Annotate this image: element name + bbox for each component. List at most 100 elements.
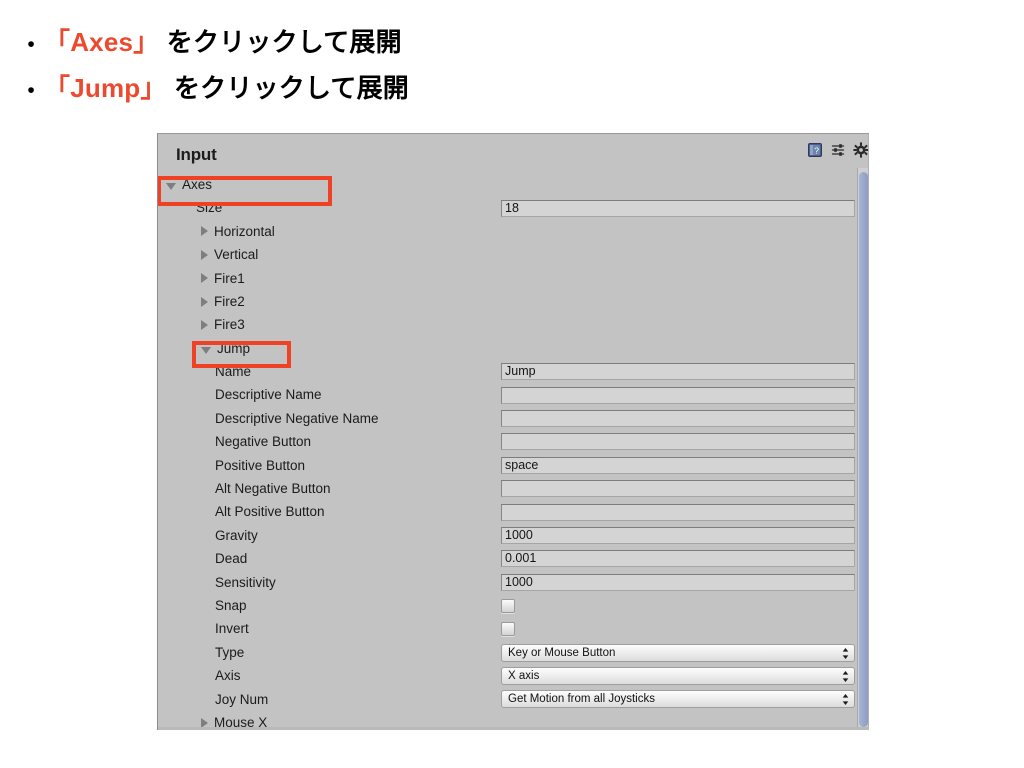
row-label: Descriptive Name	[215, 387, 322, 403]
prop-joy-num-dropdown[interactable]: Get Motion from all Joysticks	[501, 690, 855, 709]
row-label-group: Size	[158, 201, 222, 215]
row-label: Joy Num	[215, 691, 269, 707]
row-label: Alt Negative Button	[215, 481, 331, 497]
axis-jump[interactable]: Jump	[158, 337, 869, 360]
prop-name[interactable]: Name Jump	[158, 360, 869, 383]
bullet-marker: •	[27, 79, 35, 102]
row-label-group: Descriptive Name	[158, 388, 322, 402]
prop-alt-positive-button-input[interactable]	[501, 503, 855, 521]
size-row-input[interactable]: 18	[501, 199, 855, 217]
prop-descriptive-name[interactable]: Descriptive Name	[158, 384, 869, 407]
triangle-right-icon[interactable]	[201, 296, 208, 307]
stepper-arrows-icon	[842, 670, 849, 683]
triangle-down-icon[interactable]	[201, 346, 211, 354]
prop-name-input[interactable]: Jump	[501, 363, 855, 381]
row-label-group: Fire2	[158, 295, 245, 309]
row-label-group: Sensitivity	[158, 576, 276, 590]
bullet-rest: をクリックして展開	[166, 73, 409, 103]
prop-sensitivity-input[interactable]: 1000	[501, 573, 855, 591]
scrollbar-thumb[interactable]	[859, 172, 868, 727]
row-label: Fire3	[214, 317, 245, 333]
size-row[interactable]: Size 18	[158, 196, 869, 219]
axes-foldout[interactable]: Axes	[158, 173, 869, 196]
prop-joy-num[interactable]: Joy Num Get Motion from all Joysticks	[158, 688, 869, 711]
prop-type[interactable]: Type Key or Mouse Button	[158, 641, 869, 664]
row-label-group: Axes	[158, 178, 212, 192]
dropdown-value: Get Motion from all Joysticks	[508, 693, 655, 706]
row-label: Sensitivity	[215, 574, 276, 590]
row-label-group: Jump	[158, 342, 250, 356]
row-label-group: Dead	[158, 552, 247, 566]
row-label: Descriptive Negative Name	[215, 410, 379, 426]
row-label: Snap	[215, 597, 247, 613]
row-label-group: Axis	[158, 669, 241, 683]
row-label-group: Invert	[158, 622, 249, 636]
triangle-down-icon[interactable]	[166, 183, 176, 191]
bullet-marker: •	[27, 33, 35, 56]
bullet-list: • 「Axes」 をクリックして展開 • 「Jump」 をクリックして展開	[18, 22, 718, 114]
property-rows: Axes Size 18 Horizontal Vertical Fire1 Fire2 Fi…	[158, 173, 869, 730]
stepper-arrows-icon	[842, 647, 849, 660]
prop-dead[interactable]: Dead 0.001	[158, 547, 869, 570]
row-label: Axes	[182, 176, 213, 192]
row-label-group: Positive Button	[158, 459, 305, 473]
stepper-arrows-icon	[842, 693, 849, 706]
row-label-group: Fire3	[158, 318, 245, 332]
bullet-highlight: 「Jump」	[44, 73, 167, 103]
prop-descriptive-name-input[interactable]	[501, 386, 855, 404]
axis-fire3[interactable]: Fire3	[158, 313, 869, 336]
row-label: Size	[196, 200, 223, 216]
prop-alt-positive-button[interactable]: Alt Positive Button	[158, 500, 869, 523]
prop-positive-button-input[interactable]: space	[501, 456, 855, 474]
prop-axis-dropdown[interactable]: X axis	[501, 666, 855, 685]
prop-negative-button-input[interactable]	[501, 433, 855, 451]
axis-fire1[interactable]: Fire1	[158, 267, 869, 290]
prop-positive-button[interactable]: Positive Button space	[158, 454, 869, 477]
row-label: Fire1	[214, 270, 245, 286]
triangle-right-icon[interactable]	[201, 249, 208, 260]
row-label-group: Type	[158, 646, 244, 660]
axis-vertical[interactable]: Vertical	[158, 243, 869, 266]
page-title: Input	[176, 145, 217, 164]
prop-dead-input[interactable]: 0.001	[501, 550, 855, 568]
row-label: Negative Button	[215, 434, 312, 450]
row-label: Fire2	[214, 293, 245, 309]
bullet-highlight: 「Axes」	[44, 27, 160, 57]
prop-snap-checkbox[interactable]	[501, 598, 515, 613]
dropdown-value: Key or Mouse Button	[508, 646, 616, 659]
prop-invert[interactable]: Invert	[158, 617, 869, 640]
prop-gravity[interactable]: Gravity 1000	[158, 524, 869, 547]
gear-icon[interactable]	[853, 142, 869, 158]
triangle-right-icon[interactable]	[201, 273, 208, 284]
row-label-group: Vertical	[158, 248, 258, 262]
row-label: Type	[215, 644, 245, 660]
prop-axis[interactable]: Axis X axis	[158, 664, 869, 687]
preset-icon[interactable]	[830, 142, 846, 158]
axis-fire2[interactable]: Fire2	[158, 290, 869, 313]
bullet-rest: をクリックして展開	[159, 27, 402, 57]
axis-horizontal[interactable]: Horizontal	[158, 220, 869, 243]
prop-snap[interactable]: Snap	[158, 594, 869, 617]
row-label: Gravity	[215, 527, 258, 543]
list-item: • 「Jump」 をクリックして展開	[18, 68, 718, 105]
prop-type-dropdown[interactable]: Key or Mouse Button	[501, 643, 855, 662]
row-label-group: Gravity	[158, 529, 258, 543]
help-icon[interactable]: ?	[807, 142, 823, 158]
prop-alt-negative-button-input[interactable]	[501, 480, 855, 498]
row-label: Jump	[217, 340, 251, 356]
row-label-group: Joy Num	[158, 693, 268, 707]
prop-gravity-input[interactable]: 1000	[501, 527, 855, 545]
prop-descriptive-negative-name[interactable]: Descriptive Negative Name	[158, 407, 869, 430]
prop-negative-button[interactable]: Negative Button	[158, 430, 869, 453]
row-label: Positive Button	[215, 457, 306, 473]
prop-invert-checkbox[interactable]	[501, 622, 515, 637]
row-label: Horizontal	[214, 223, 275, 239]
prop-sensitivity[interactable]: Sensitivity 1000	[158, 571, 869, 594]
triangle-right-icon[interactable]	[201, 320, 208, 331]
triangle-right-icon[interactable]	[201, 226, 208, 237]
row-label: Name	[215, 364, 252, 380]
prop-alt-negative-button[interactable]: Alt Negative Button	[158, 477, 869, 500]
prop-descriptive-negative-name-input[interactable]	[501, 410, 855, 428]
row-label: Invert	[215, 621, 249, 637]
input-manager-inspector: Input ? Axes Size 18 Horizontal Vertical…	[157, 133, 869, 730]
